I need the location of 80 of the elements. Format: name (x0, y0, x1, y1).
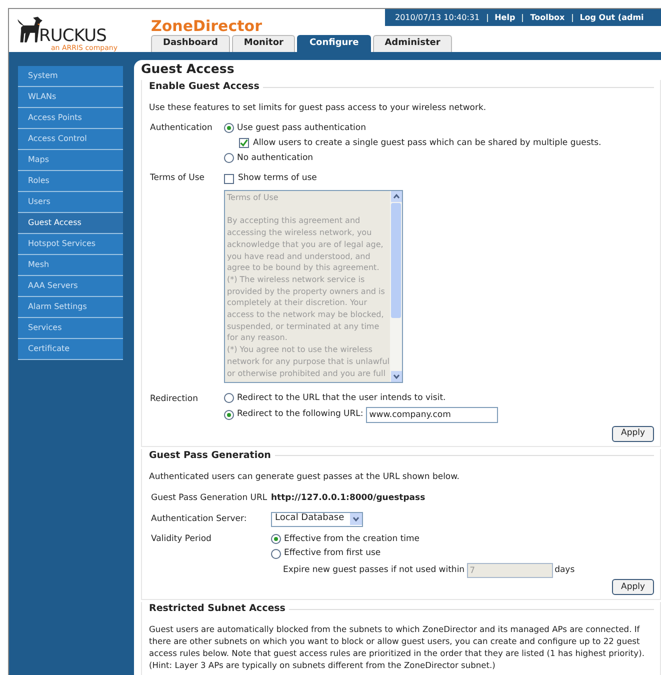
field-label: Validity Period (151, 534, 212, 544)
nav-tab[interactable]: Monitor (232, 35, 296, 52)
header-link[interactable]: Log Out (admi (580, 12, 644, 24)
description-text: Guest users are automatically blocked from the subnets to which ZoneDirector and its managed APs are connected. If there are other subnets on which you want to block or allow guest users, you can create and configure up to 22 guest access rules below. Note that guest access rules are prioritized in the order that they are listed (1 has highest priority). (Hint: Layer 3 APs are typically on subnets different from the ZoneDirector subnet.) (149, 624, 646, 672)
terms-text-area[interactable] (224, 190, 403, 383)
terms-line: provided by the property owners and is (227, 286, 386, 298)
option-label: Show terms of use (238, 172, 317, 185)
option-label: Redirect to the URL that the user intends to visit. (237, 392, 446, 405)
terms-line: completely at their discretion. Your (227, 297, 368, 310)
radio-button[interactable] (224, 393, 234, 404)
product-name: ZoneDirector (151, 19, 263, 34)
header-link[interactable]: Toolbox (530, 12, 565, 24)
field-label: Authentication (150, 123, 212, 133)
radio-button[interactable] (224, 410, 234, 420)
sidebar-item[interactable]: Guest Access (18, 213, 123, 234)
days-label: days (554, 564, 575, 577)
terms-line: (*) You agree not to use the wireless (227, 344, 374, 356)
sidebar-item[interactable]: Access Control (18, 129, 123, 150)
radio-button[interactable] (224, 123, 234, 134)
section-legend: Enable Guest Access (149, 80, 260, 94)
sidebar-item[interactable]: Certificate (18, 339, 123, 360)
url-input[interactable]: www.company.com (366, 406, 498, 423)
terms-line: By accepting this agreement and (227, 215, 362, 228)
terms-line: you have read and understood, and (227, 250, 372, 262)
terms-line: or otherwise prohibited and you are full (227, 368, 386, 380)
header-link[interactable]: Help (494, 12, 516, 24)
option-label: Allow users to create a single guest pass which can be shared by multiple guests. (253, 136, 602, 150)
terms-line: acknowledge that you are of legal age, (227, 238, 384, 250)
checkbox[interactable] (224, 174, 234, 184)
section-legend: Guest Pass Generation (149, 448, 271, 463)
intro-text: Use these features to set limits for guest pass access to your wireless network. (149, 103, 486, 114)
option-label: No authentication (237, 152, 314, 164)
sidebar-item[interactable]: Hotspot Services (18, 234, 123, 255)
sidebar-item[interactable]: Roles (18, 171, 123, 192)
option-label: Effective from the creation time (284, 532, 420, 546)
terms-line: suspended, or terminated at any time (227, 320, 380, 332)
checkbox[interactable] (239, 138, 249, 148)
expire-label: Expire new guest passes if not used within (283, 564, 465, 577)
option-label: Redirect to the following URL: (237, 408, 364, 422)
server-dropdown[interactable]: Local Database (271, 512, 363, 526)
intro-text: Authenticated users can generate guest passes at the URL shown below. (149, 472, 460, 482)
sidebar-item[interactable]: AAA Servers (18, 276, 123, 297)
sidebar-item[interactable]: System (18, 66, 123, 87)
sidebar-item[interactable]: Access Points (18, 108, 123, 129)
option-label: Effective from first use (284, 547, 381, 560)
radio-button[interactable] (224, 152, 234, 163)
apply-button[interactable]: Apply (612, 579, 654, 595)
scroll-up-icon[interactable] (390, 191, 402, 202)
nav-tab[interactable]: Administer (372, 35, 452, 52)
sidebar-item[interactable]: Maps (18, 150, 123, 171)
terms-line: network for any purpose that is unlawful (227, 356, 390, 368)
brand-name: RUCKUS (39, 28, 107, 45)
terms-heading: Terms of Use (227, 192, 280, 204)
apply-button[interactable]: Apply (612, 426, 654, 442)
terms-line: access to the network may be blocked, (227, 309, 385, 321)
terms-line: agree to be bound by this agreement. (227, 262, 380, 274)
terms-line: (*) The wireless network service is (227, 274, 366, 286)
sidebar-item[interactable]: Services (18, 318, 123, 339)
radio-button[interactable] (271, 534, 281, 544)
option-label: Use guest pass authentication (237, 122, 366, 135)
terms-line: accessing the wireless network, you (227, 227, 373, 239)
radio-button[interactable] (271, 548, 281, 559)
section-legend: Restricted Subnet Access (149, 602, 286, 616)
date-time: 2010/07/13 10:40:31 (395, 12, 480, 24)
scrollbar[interactable] (390, 191, 402, 382)
field-label: Redirection (150, 394, 198, 404)
page-title: Guest Access (141, 61, 234, 77)
expire-days-input[interactable]: 7 (466, 563, 553, 578)
sidebar-item[interactable]: Users (18, 192, 123, 213)
field-label: Terms of Use (150, 173, 205, 184)
nav-tab[interactable]: Configure (297, 35, 371, 52)
nav-tab[interactable]: Dashboard (151, 35, 230, 52)
terms-line: for any reason. (227, 332, 288, 344)
scroll-down-icon[interactable] (390, 371, 402, 382)
sidebar-item[interactable]: WLANs (18, 87, 123, 108)
field-label: Guest Pass Generation URL (151, 492, 268, 503)
guest-pass-url: http://127.0.0.1:8000/guestpass (271, 492, 426, 504)
sidebar-item[interactable]: Mesh (18, 255, 123, 276)
field-label: Authentication Server: (151, 514, 247, 524)
sidebar-item[interactable]: Alarm Settings (18, 297, 123, 318)
